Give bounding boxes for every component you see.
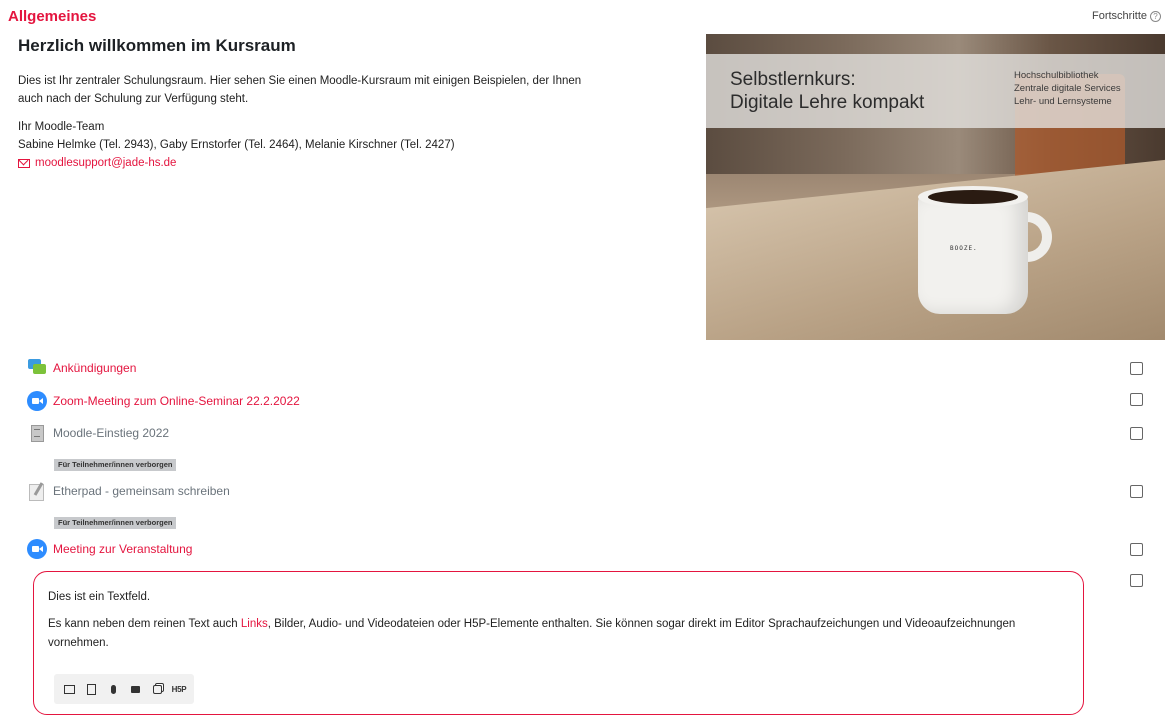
banner-sub-line-3: Lehr- und Lernsysteme	[1014, 96, 1112, 107]
completion-checkbox[interactable]	[1130, 362, 1143, 375]
activity-moodle-einstieg[interactable]: Moodle-Einstieg 2022	[27, 423, 169, 443]
banner-sub-line-1: Hochschulbibliothek	[1014, 70, 1099, 81]
image-icon[interactable]	[59, 679, 79, 699]
text-field: Dies ist ein Textfeld. Es kann neben dem…	[33, 571, 1084, 715]
help-icon[interactable]: ?	[1150, 10, 1161, 22]
activity-meeting[interactable]: Meeting zur Veranstaltung	[27, 539, 192, 559]
mail-icon	[18, 158, 30, 168]
zoom-icon	[27, 391, 47, 411]
activity-label[interactable]: Moodle-Einstieg 2022	[53, 426, 169, 440]
banner-title-line-1: Selbstlernkurs:	[730, 69, 856, 90]
forum-icon	[27, 358, 47, 378]
textfield-paragraph: Es kann neben dem reinen Text auch Links…	[48, 615, 1069, 653]
activity-etherpad[interactable]: Etherpad - gemeinsam schreiben	[27, 481, 230, 501]
intro-line-2: auch nach der Schulung zur Verfügung ste…	[18, 93, 249, 105]
email-link[interactable]: moodlesupport@jade-hs.de	[18, 154, 698, 172]
textfield-line-1: Dies ist ein Textfeld.	[48, 591, 151, 603]
mug-coffee	[928, 190, 1018, 204]
completion-checkbox[interactable]	[1130, 574, 1143, 587]
course-banner: BOOZE. Selbstlernkurs: Digitale Lehre ko…	[706, 34, 1165, 340]
banner-title-line-2: Digitale Lehre kompakt	[730, 92, 925, 113]
team-label: Ihr Moodle-Team	[18, 121, 105, 133]
activity-zoom-seminar[interactable]: Zoom-Meeting zum Online-Seminar 22.2.202…	[27, 391, 300, 411]
completion-checkbox[interactable]	[1130, 427, 1143, 440]
textfield-link[interactable]: Links	[241, 618, 268, 630]
completion-checkbox[interactable]	[1130, 393, 1143, 406]
zoom-icon	[27, 539, 47, 559]
activity-label[interactable]: Zoom-Meeting zum Online-Seminar 22.2.202…	[53, 394, 300, 408]
progress-label: Fortschritte ?	[1092, 10, 1161, 22]
h5p-button[interactable]: H5P	[169, 679, 189, 699]
file-icon	[27, 423, 47, 443]
welcome-block: Herzlich willkommen im Kursraum Dies ist…	[18, 36, 698, 172]
intro-line-1: Dies ist Ihr zentraler Schulungsraum. Hi…	[18, 75, 582, 87]
team-members: Sabine Helmke (Tel. 2943), Gaby Ernstorf…	[18, 139, 455, 151]
banner-subtitle: Hochschulbibliothek Zentrale digitale Se…	[1014, 69, 1121, 108]
completion-checkbox[interactable]	[1130, 485, 1143, 498]
hidden-badge: Für Teilnehmer/innen verborgen	[54, 517, 177, 529]
editor-toolbar: H5P	[54, 674, 194, 704]
mug	[918, 194, 1028, 314]
progress-text: Fortschritte	[1091, 10, 1147, 22]
document-icon[interactable]	[81, 679, 101, 699]
activity-label[interactable]: Meeting zur Veranstaltung	[53, 542, 192, 556]
hidden-badge: Für Teilnehmer/innen verborgen	[54, 459, 177, 471]
section-title: Allgemeines	[8, 8, 97, 25]
welcome-heading: Herzlich willkommen im Kursraum	[18, 36, 296, 55]
banner-sub-line-2: Zentrale digitale Services	[1014, 83, 1121, 94]
etherpad-icon	[27, 481, 47, 501]
textfield-text-before: Es kann neben dem reinen Text auch	[48, 618, 241, 630]
copy-icon[interactable]	[147, 679, 167, 699]
activity-label[interactable]: Ankündigungen	[53, 361, 136, 375]
activity-announcements[interactable]: Ankündigungen	[27, 358, 136, 378]
completion-checkbox[interactable]	[1130, 543, 1143, 556]
mug-text: BOOZE.	[950, 245, 978, 252]
activity-label[interactable]: Etherpad - gemeinsam schreiben	[53, 484, 230, 498]
camera-icon[interactable]	[125, 679, 145, 699]
microphone-icon[interactable]	[103, 679, 123, 699]
banner-title: Selbstlernkurs: Digitale Lehre kompakt	[730, 68, 924, 114]
email-text: moodlesupport@jade-hs.de	[35, 157, 177, 169]
